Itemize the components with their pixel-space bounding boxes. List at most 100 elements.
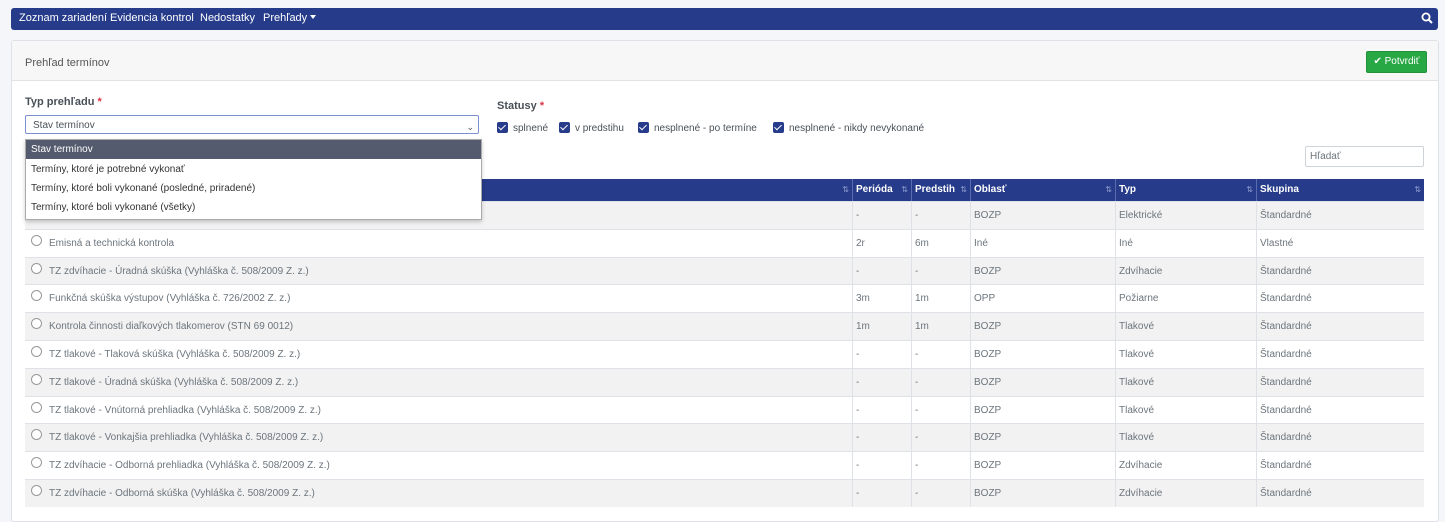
cell-group: Vlastné xyxy=(1260,237,1294,249)
nav-zoznam-zariadeni[interactable]: Zoznam zariadení xyxy=(19,12,107,24)
table-row[interactable]: TZ tlakové - Tlaková skúška (Vyhláška č.… xyxy=(25,340,1424,368)
search-placeholder: Hľadať xyxy=(1310,151,1341,162)
table-row[interactable]: TZ zdvíhacie - Odborná prehliadka (Vyhlá… xyxy=(25,451,1424,480)
checkbox-checked-icon xyxy=(497,122,508,133)
nav-nedostatky[interactable]: Nedostatky xyxy=(200,12,255,24)
sort-icon: ⇅ xyxy=(901,185,908,194)
cell-period: 3m xyxy=(853,285,912,313)
status-label-text: nesplnené - nikdy nevykonané xyxy=(789,123,925,134)
cell-group: Štandardné xyxy=(1260,404,1312,416)
search-input[interactable]: Hľadať xyxy=(1305,146,1424,167)
caret-down-icon xyxy=(310,15,317,19)
check-icon: ✔ xyxy=(1373,56,1382,67)
cell-group: Štandardné xyxy=(1260,349,1312,360)
cell-group: Štandardné xyxy=(1260,265,1312,277)
checkbox-checked-icon xyxy=(559,122,570,133)
col-header-group[interactable]: Skupina ⇅ xyxy=(1257,179,1424,201)
required-mark: * xyxy=(539,100,545,112)
nav-evidencia-kontrol[interactable]: Evidencia kontrol xyxy=(110,12,194,24)
cell-period: - xyxy=(853,202,912,229)
cell-period: - xyxy=(853,452,912,480)
chevron-down-icon: ⌄ xyxy=(466,122,474,132)
cell-name: TZ zdvíhacie - Odborná prehliadka (Vyhlá… xyxy=(25,452,853,480)
cell-type: Zdvíhacie xyxy=(1116,480,1257,507)
cell-area: BOZP xyxy=(971,257,1116,285)
table-row[interactable]: TZ tlakové - Vonkajšia prehliadka (Vyhlá… xyxy=(25,423,1424,452)
cell-type: Požiarne xyxy=(1116,285,1257,313)
dropdown-option[interactable]: Stav termínov xyxy=(26,140,481,159)
table-row[interactable]: TZ zdvíhacie - Odborná skúška (Vyhláška … xyxy=(25,479,1424,507)
cell-area: BOZP xyxy=(971,202,1116,229)
top-navbar: Zoznam zariadení Evidencia kontrol Nedos… xyxy=(11,8,1438,30)
table-row[interactable]: Funkčná skúška výstupov (Vyhláška č. 726… xyxy=(25,284,1424,313)
table-row[interactable]: TZ tlakové - Vnútorná prehliadka (Vyhláš… xyxy=(25,395,1424,424)
sort-icon: ⇅ xyxy=(960,185,967,194)
type-label: Typ prehľadu xyxy=(25,96,95,108)
status-label: Statusy xyxy=(497,100,537,112)
dropdown-option[interactable]: Termíny, ktoré je potrebné vykonať xyxy=(26,160,481,179)
cell-name: TZ zdvíhacie - Úradná skúška (Vyhláška č… xyxy=(25,257,853,285)
cell-type: Tlakové xyxy=(1116,396,1257,424)
status-label-text: splnené xyxy=(513,123,549,134)
cell-period: - xyxy=(853,396,912,424)
cell-advance: - xyxy=(912,202,971,229)
cell-group: Štandardné xyxy=(1260,321,1312,333)
type-select[interactable]: Stav termínov ⌄ xyxy=(25,115,479,134)
cell-area: BOZP xyxy=(971,480,1116,507)
dropdown-option[interactable]: Termíny, ktoré boli vykonané (všetky) xyxy=(26,198,481,217)
status-label-text: v predstihu xyxy=(575,123,624,134)
cell-period: 2r xyxy=(853,229,912,257)
status-label-text: nesplnené - po termíne xyxy=(654,123,757,134)
confirm-button[interactable]: ✔ Potvrdiť xyxy=(1366,51,1427,73)
sort-icon: ⇅ xyxy=(1246,185,1253,194)
status-checkbox-nikdy-nevykonane[interactable]: nesplnené - nikdy nevykonané xyxy=(773,122,924,136)
header-label: Predstih xyxy=(915,184,956,195)
cell-type: Tlakové xyxy=(1116,424,1257,452)
cell-type: Tlakové xyxy=(1116,368,1257,396)
search-icon[interactable] xyxy=(1421,12,1433,24)
sort-icon: ⇅ xyxy=(842,185,849,194)
cell-period: - xyxy=(853,341,912,368)
checkbox-checked-icon xyxy=(638,122,649,133)
cell-type: Tlakové xyxy=(1116,341,1257,368)
table-row[interactable]: TZ zdvíhacie - Úradná skúška (Vyhláška č… xyxy=(25,256,1424,285)
table-row[interactable]: TZ tlakové - Úradná skúška (Vyhláška č. … xyxy=(25,367,1424,396)
cell-period: - xyxy=(853,424,912,452)
cell-period: 1m xyxy=(853,313,912,341)
cell-period: - xyxy=(853,257,912,285)
card-header: Prehľad termínov ✔ Potvrdiť xyxy=(12,41,1438,81)
table-row[interactable]: Kontrola činnosti diaľkových tlakomerov … xyxy=(25,312,1424,341)
cell-advance: 1m xyxy=(912,313,971,341)
cell-advance: - xyxy=(912,368,971,396)
cell-group: Štandardné xyxy=(1260,460,1312,472)
type-select-value: Stav termínov xyxy=(33,120,95,131)
cell-name: Emisná a technická kontrola xyxy=(25,229,853,257)
required-mark: * xyxy=(97,96,102,108)
header-label: Oblasť xyxy=(974,184,1007,195)
table-row[interactable]: Emisná a technická kontrola 2r 6m Iné Iné Vla… xyxy=(25,228,1424,257)
cell-period: - xyxy=(853,368,912,396)
cell-advance: 6m xyxy=(912,229,971,257)
cell-name: Funkčná skúška výstupov (Vyhláška č. 726… xyxy=(25,285,853,313)
status-checkbox-po-termine[interactable]: nesplnené - po termíne xyxy=(638,122,757,136)
col-header-type[interactable]: Typ ⇅ xyxy=(1116,179,1257,201)
cell-group: Štandardné xyxy=(1260,210,1312,221)
cell-area: BOZP xyxy=(971,368,1116,396)
cell-group: Štandardné xyxy=(1260,432,1312,444)
cell-advance: - xyxy=(912,341,971,368)
cell-area: BOZP xyxy=(971,452,1116,480)
cell-name: Kontrola činnosti diaľkových tlakomerov … xyxy=(25,313,853,341)
status-checkbox-v-predstihu[interactable]: v predstihu xyxy=(559,122,624,136)
cell-advance: - xyxy=(912,480,971,507)
status-checkbox-splnene[interactable]: splnené xyxy=(497,122,548,136)
cell-type: Tlakové xyxy=(1116,313,1257,341)
nav-prehlady-dropdown[interactable]: Prehľady xyxy=(263,12,317,24)
dropdown-option[interactable]: Termíny, ktoré boli vykonané (posledné, … xyxy=(26,179,481,198)
col-header-period[interactable]: Perióda ⇅ xyxy=(853,179,912,201)
col-header-area[interactable]: Oblasť ⇅ xyxy=(971,179,1116,201)
cell-type: Iné xyxy=(1116,229,1257,257)
col-header-advance[interactable]: Predstih ⇅ xyxy=(912,179,971,201)
cell-name: TZ zdvíhacie - Odborná skúška (Vyhláška … xyxy=(25,480,853,507)
cell-advance: - xyxy=(912,452,971,480)
cell-name: TZ tlakové - Tlaková skúška (Vyhláška č.… xyxy=(25,341,853,368)
